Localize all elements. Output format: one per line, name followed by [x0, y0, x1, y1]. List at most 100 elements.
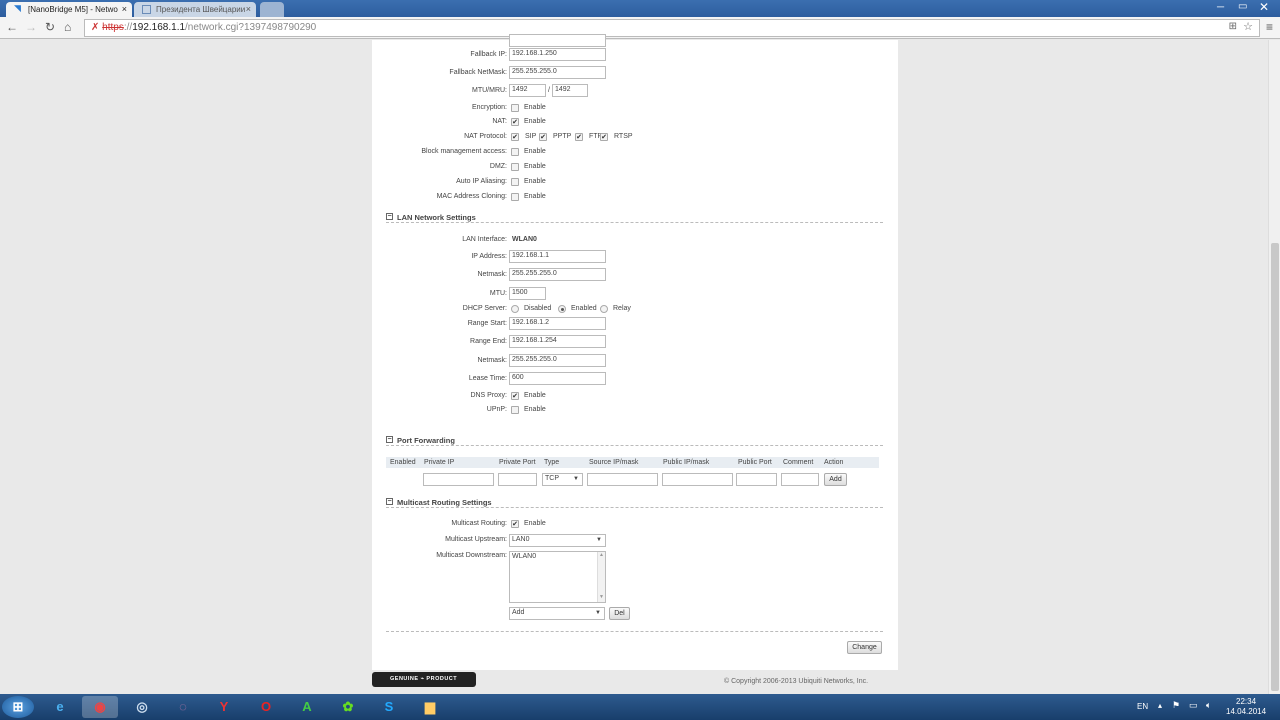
minimize-button[interactable]: ─	[1217, 2, 1224, 13]
dns-proxy-label: DNS Proxy:	[470, 392, 507, 399]
lease-time-input[interactable]: 600	[509, 372, 606, 385]
app-a-icon[interactable]: A	[289, 696, 325, 718]
address-bar[interactable]: ✗ https://192.168.1.1/network.cgi?139749…	[84, 19, 1260, 37]
browser-icon[interactable]: ◎	[124, 696, 160, 718]
enable-checkbox[interactable]	[511, 193, 519, 201]
lan-mtu-input[interactable]: 1500	[509, 287, 546, 300]
tray-arrow-icon[interactable]: ▴	[1158, 701, 1162, 710]
mru-input[interactable]: 1492	[552, 84, 588, 97]
flag-icon[interactable]: ⚑	[1172, 700, 1180, 711]
section-title: LAN Network Settings	[397, 213, 476, 222]
volume-icon[interactable]: 🔈︎	[1206, 700, 1211, 711]
public-port-input[interactable]	[736, 473, 777, 486]
port-forwarding-table-header: Enabled Private IP Private Port Type Source …	[386, 457, 879, 468]
enable-checkbox[interactable]	[511, 104, 519, 112]
chrome-icon[interactable]: ◉	[82, 696, 118, 718]
range-start-input[interactable]: 192.168.1.2	[509, 317, 606, 330]
upnp-checkbox[interactable]	[511, 406, 519, 414]
lan-section-header[interactable]: − LAN Network Settings	[386, 213, 883, 223]
translate-icon[interactable]: ⊞	[1229, 21, 1237, 32]
nat-protocol-checkbox[interactable]: ✔	[511, 133, 519, 141]
enable-checkbox[interactable]	[511, 178, 519, 186]
tab-second[interactable]: Президента Швейцарии ×	[134, 2, 256, 17]
close-tab-icon[interactable]: ×	[122, 4, 127, 14]
multicast-downstream-list[interactable]: WLAN0 ▲ ▼	[509, 551, 606, 603]
enable-checkbox[interactable]: ✔	[511, 118, 519, 126]
language-indicator[interactable]: EN	[1137, 702, 1148, 711]
enable-checkbox[interactable]	[511, 148, 519, 156]
enable-checkbox[interactable]	[511, 163, 519, 171]
tab-nanobridge[interactable]: ◥ [NanoBridge M5] - Netwo ×	[6, 2, 132, 17]
multicast-routing-checkbox[interactable]: ✔	[511, 520, 519, 528]
close-tab-icon[interactable]: ×	[246, 4, 251, 14]
fallback-ip-input[interactable]: 192.168.1.250	[509, 48, 606, 61]
change-button[interactable]: Change	[847, 641, 882, 654]
multicast-header[interactable]: − Multicast Routing Settings	[386, 498, 883, 508]
forward-button[interactable]: →	[25, 20, 37, 34]
scrollbar[interactable]	[1268, 40, 1280, 694]
private-ip-input[interactable]	[423, 473, 494, 486]
scrollbar-thumb[interactable]	[1271, 243, 1279, 691]
ip-address-label: IP Address:	[471, 253, 507, 260]
dhcp-radio-disabled[interactable]	[511, 305, 519, 313]
mtu-input[interactable]: 1492	[509, 84, 546, 97]
collapse-icon[interactable]: −	[386, 498, 393, 505]
comment-input[interactable]	[781, 473, 819, 486]
add-rule-button[interactable]: Add	[824, 473, 847, 486]
list-scrollbar[interactable]: ▲ ▼	[597, 552, 605, 602]
copyright-text: © Copyright 2006-2013 Ubiquiti Networks,…	[724, 678, 869, 685]
lan-mtu-label: MTU:	[489, 290, 507, 297]
new-tab-button[interactable]	[260, 2, 284, 17]
nat-protocol-checkbox[interactable]: ✔	[539, 133, 547, 141]
column-header: Public IP/mask	[663, 459, 710, 466]
clock-time[interactable]: 22:34	[1236, 697, 1256, 706]
home-button[interactable]: ⌂	[64, 20, 71, 34]
collapse-icon[interactable]: −	[386, 436, 393, 443]
skype-icon[interactable]: S	[371, 696, 407, 718]
network-settings-page: Fallback IP: 192.168.1.250 Fallback NetMas…	[372, 34, 898, 687]
column-header: Public Port	[738, 459, 772, 466]
range-end-input[interactable]: 192.168.1.254	[509, 335, 606, 348]
enable-label: Enable	[524, 148, 546, 155]
fallback-netmask-input[interactable]: 255.255.255.0	[509, 66, 606, 79]
bookmark-star-icon[interactable]: ☆	[1243, 20, 1253, 33]
multicast-upstream-label: Multicast Upstream:	[445, 536, 507, 543]
maximize-button[interactable]: ▭	[1238, 1, 1247, 12]
checkbox-label: MAC Address Cloning:	[436, 193, 507, 200]
dhcp-radio-enabled[interactable]	[558, 305, 566, 313]
ip-address-input[interactable]: 192.168.1.1	[509, 250, 606, 263]
ie-icon[interactable]: e	[42, 696, 78, 718]
nat-protocol-checkbox[interactable]: ✔	[575, 133, 583, 141]
explorer-icon[interactable]: ▆	[412, 696, 448, 718]
public-ip-input[interactable]	[662, 473, 733, 486]
tor-icon[interactable]: ◌	[165, 696, 201, 718]
type-select[interactable]: TCP	[542, 473, 583, 486]
reload-button[interactable]: ↻	[45, 20, 55, 34]
yandex-icon[interactable]: Y	[206, 696, 242, 718]
list-item[interactable]: WLAN0	[512, 553, 603, 560]
checkbox-label: DMZ:	[489, 163, 507, 170]
dhcp-radio-relay[interactable]	[600, 305, 608, 313]
icq-icon[interactable]: ✿	[330, 696, 366, 718]
dns-proxy-checkbox[interactable]: ✔	[511, 392, 519, 400]
nat-protocol-checkbox[interactable]: ✔	[600, 133, 608, 141]
network-icon[interactable]: ▭	[1189, 700, 1198, 711]
close-window-button[interactable]: ✕	[1259, 0, 1269, 14]
range-start-label: Range Start:	[467, 320, 507, 327]
menu-icon[interactable]: ≡	[1266, 20, 1273, 34]
collapse-icon[interactable]: −	[386, 213, 393, 220]
back-button[interactable]: ←	[6, 20, 18, 34]
port-forwarding-header[interactable]: − Port Forwarding	[386, 436, 883, 446]
netmask-input[interactable]: 255.255.255.0	[509, 268, 606, 281]
clock-date[interactable]: 14.04.2014	[1226, 707, 1266, 716]
start-button[interactable]: ⊞	[2, 696, 34, 718]
opera-icon[interactable]: O	[248, 696, 284, 718]
dhcp-netmask-input[interactable]: 255.255.255.0	[509, 354, 606, 367]
multicast-upstream-select[interactable]: LAN0	[509, 534, 606, 547]
source-ip-input[interactable]	[587, 473, 658, 486]
multicast-add-select[interactable]: Add	[509, 607, 605, 620]
mtu-slash: /	[548, 87, 550, 94]
truncated-input[interactable]	[509, 34, 606, 47]
private-port-input[interactable]	[498, 473, 537, 486]
delete-button[interactable]: Del	[609, 607, 630, 620]
